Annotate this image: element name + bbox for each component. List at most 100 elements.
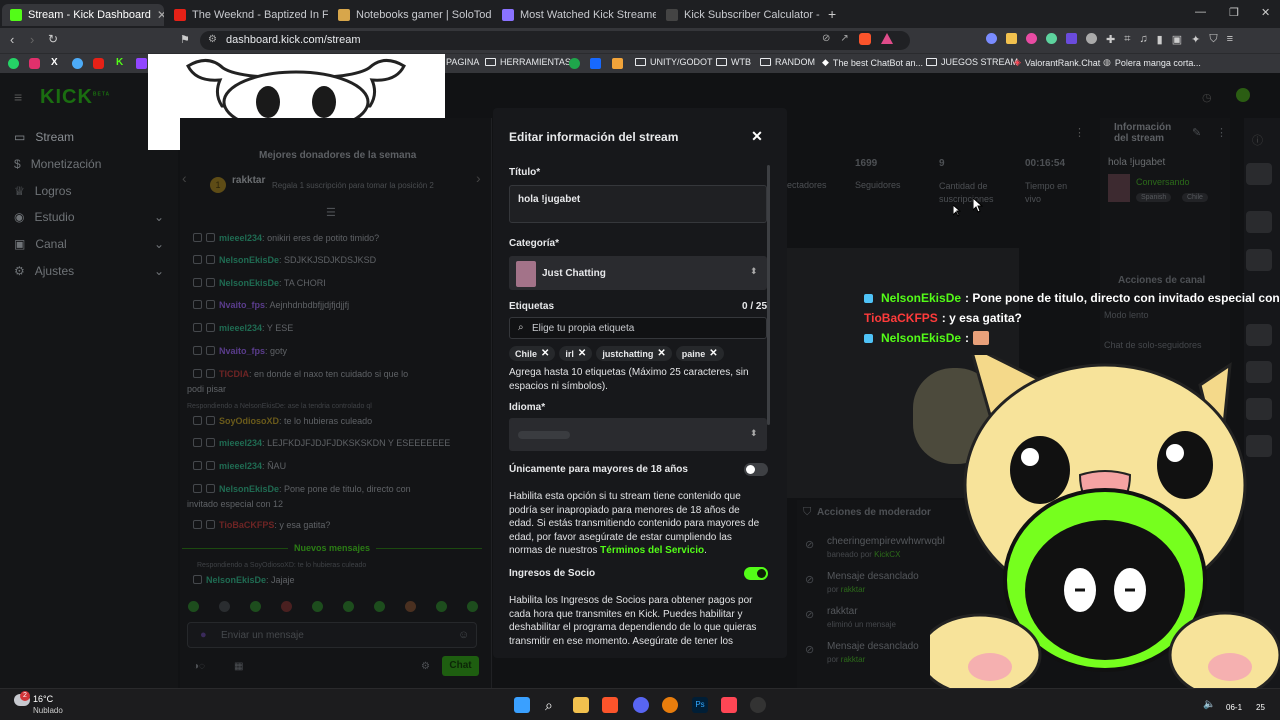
date-text: 06-1 [1226, 703, 1243, 712]
twitch-icon[interactable] [136, 58, 147, 69]
reload-icon[interactable]: ↻ [48, 32, 58, 46]
globe-icon: ◍ [1103, 57, 1111, 67]
close-icon[interactable]: ✕ [749, 128, 765, 145]
remove-tag-icon[interactable]: ✕ [541, 348, 549, 359]
bookmark-chatbot[interactable]: ◆ The best ChatBot an... [822, 57, 923, 68]
bookmark-icon[interactable]: ⚑ [180, 33, 190, 46]
close-icon[interactable]: ✕ [157, 8, 164, 22]
sidebar-icon[interactable]: ▮ [1157, 33, 1163, 47]
minimize-icon[interactable]: — [1195, 6, 1206, 18]
remove-tag-icon[interactable]: ✕ [709, 348, 717, 359]
bookmark-random[interactable]: RANDOM [760, 57, 815, 67]
share-icon[interactable]: ↗ [840, 33, 848, 47]
extension-icon[interactable] [1066, 33, 1077, 44]
extension-icon[interactable] [1026, 33, 1037, 44]
x-icon[interactable]: X [51, 57, 58, 68]
cloud-icon[interactable] [72, 58, 83, 69]
extension-icon[interactable] [1086, 33, 1097, 44]
tags-input[interactable]: ⌕ Elige tu propia etiqueta [509, 317, 767, 339]
extension-icon[interactable] [1046, 33, 1057, 44]
bookmark-wtb[interactable]: WTB [716, 57, 751, 67]
youtube-icon[interactable] [93, 58, 104, 69]
tab-youtube[interactable]: The Weeknd - Baptized In Fear (A ✕ [166, 4, 328, 26]
title-input[interactable]: hola !jugabet [509, 185, 767, 223]
bookmark-label: Polera manga corta... [1114, 57, 1201, 68]
whatsapp-icon[interactable] [8, 58, 19, 69]
forward-icon[interactable]: › [30, 32, 34, 47]
tag-chip: Chile ✕ [509, 346, 556, 361]
weather-temp: 16°C [33, 694, 54, 704]
kick-favicon-icon [10, 9, 22, 21]
tab-label: The Weeknd - Baptized In Fear (A [192, 9, 328, 21]
bookmark-valorantrank[interactable]: ◈ ValorantRank.Chat [1014, 57, 1100, 68]
discord-icon[interactable] [633, 697, 649, 713]
bookmark-herramientas[interactable]: HERRAMIENTAS [485, 57, 571, 67]
bookmark-polera[interactable]: ◍ Polera manga corta... [1103, 57, 1201, 68]
partner-label: Ingresos de Socio [509, 568, 596, 579]
mouse-cursor-icon [953, 205, 961, 217]
bookmark-unity-godot[interactable]: UNITY/GODOT [635, 57, 713, 67]
bookmark-pagina[interactable]: PAGINA [446, 57, 479, 67]
language-select[interactable]: ⬍ [509, 418, 767, 451]
category-select[interactable]: Just Chatting ⬍ [509, 256, 767, 290]
new-tab-button[interactable]: + [828, 6, 836, 22]
site-info-icon[interactable]: ⚙ [208, 34, 217, 45]
back-icon[interactable]: ‹ [10, 32, 14, 47]
bookmark-label: WTB [731, 57, 751, 67]
vpn-icon[interactable]: ⛉ [1209, 33, 1217, 47]
tray-text: 25 [1256, 703, 1265, 712]
remove-tag-icon[interactable]: ✕ [657, 348, 665, 359]
select-arrows-icon: ⬍ [750, 266, 758, 276]
solotodo-favicon-icon [338, 9, 350, 21]
instagram-icon[interactable] [29, 58, 40, 69]
brave-rewards-icon[interactable] [880, 33, 893, 44]
valorant-icon[interactable] [721, 697, 737, 713]
bookmark-juegos-stream[interactable]: JUEGOS STREAM [926, 57, 1018, 67]
folder-icon [926, 58, 937, 66]
camera-off-icon[interactable]: ⊘ [822, 33, 830, 47]
puzzle-icon[interactable]: ✚ [1106, 33, 1115, 47]
leo-icon[interactable]: ✦ [1191, 33, 1200, 47]
extension-icon[interactable] [986, 33, 997, 44]
kick-icon[interactable]: K [116, 57, 123, 68]
volume-icon[interactable]: 🔈 [1203, 699, 1215, 710]
brave-icon[interactable] [602, 697, 618, 713]
music-icon[interactable]: ♫ [1139, 33, 1147, 47]
modal-scrollbar[interactable] [767, 165, 770, 425]
tab-solotodo[interactable]: Notebooks gamer | SoloTodo.cl ✕ [330, 4, 492, 26]
category-value: Just Chatting [542, 268, 606, 279]
maximize-icon[interactable]: ❐ [1229, 6, 1239, 19]
search-icon[interactable]: ⌕ [545, 697, 561, 713]
tab-kick-dashboard[interactable]: Stream - Kick Dashboard ✕ [2, 4, 164, 26]
partner-toggle[interactable] [744, 567, 768, 580]
blender-icon[interactable] [662, 697, 678, 713]
category-thumbnail [516, 261, 536, 287]
tab-label: Stream - Kick Dashboard [28, 9, 151, 21]
tag-chip: paine ✕ [675, 346, 724, 361]
menu-icon[interactable]: ≡ [1227, 33, 1233, 47]
tab-streamers[interactable]: Most Watched Kick Streamers, last 7 ✕ [494, 4, 656, 26]
file-explorer-icon[interactable] [573, 697, 589, 713]
adult-description: Habilita esta opción si tu stream tiene … [509, 490, 765, 558]
windows-start-icon[interactable] [514, 697, 530, 713]
folder-icon [485, 58, 496, 66]
adult-toggle[interactable] [744, 463, 768, 476]
search-icon: ⌕ [518, 322, 524, 333]
tags-count: 0 / 25 [742, 301, 768, 312]
bookmark-site-icon[interactable] [569, 58, 580, 69]
obs-icon[interactable] [750, 697, 766, 713]
behance-icon[interactable] [590, 58, 601, 69]
address-bar[interactable]: ⚙ dashboard.kick.com/stream [200, 31, 910, 50]
wallet-icon[interactable]: ▣ [1172, 33, 1182, 47]
extension-icon[interactable] [1006, 33, 1017, 44]
terms-link[interactable]: Términos del Servicio [600, 545, 704, 556]
remove-tag-icon[interactable]: ✕ [578, 348, 586, 359]
photoshop-icon[interactable]: Ps [692, 697, 708, 713]
bookmark-label: The best ChatBot an... [832, 57, 923, 68]
tab-calculator[interactable]: Kick Subscriber Calculator - Estimate ✕ [658, 4, 820, 26]
window-close-icon[interactable]: ✕ [1261, 6, 1270, 19]
screenshot-icon[interactable]: ⌗ [1124, 33, 1130, 47]
toggle-knob [746, 465, 755, 474]
bookmark-site-icon[interactable] [612, 58, 623, 69]
brave-shield-icon[interactable] [858, 33, 871, 45]
